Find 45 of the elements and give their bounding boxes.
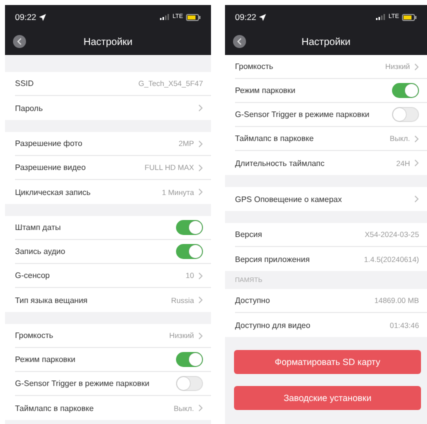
- setting-label: Разрешение видео: [15, 163, 87, 172]
- setting-label: Версия: [235, 230, 264, 239]
- setting-label: Таймлапс в парковке: [15, 404, 95, 412]
- screen-title: Настройки: [83, 36, 133, 48]
- setting-label: Доступно для видео: [235, 320, 312, 330]
- battery-icon: [186, 14, 201, 20]
- location-arrow-icon: [39, 14, 46, 20]
- action-button[interactable]: Форматировать SD карту: [234, 350, 421, 374]
- setting-label: SSID: [15, 79, 35, 88]
- toggle-switch[interactable]: [176, 352, 203, 367]
- setting-label: Таймлапс в парковке: [235, 134, 315, 143]
- setting-label: Циклическая запись: [15, 188, 92, 196]
- setting-label: Тип языка вещания: [15, 296, 89, 304]
- toggle-switch[interactable]: [392, 83, 419, 98]
- battery-icon: [402, 14, 417, 20]
- toggle-switch[interactable]: [176, 376, 203, 391]
- setting-label: Громкость: [15, 331, 54, 340]
- setting-label: Режим парковки: [15, 355, 76, 364]
- back-button[interactable]: [233, 35, 246, 48]
- status-time: 09:22: [235, 12, 256, 22]
- setting-label: G-Sensor Trigger в режиме парковки: [235, 110, 370, 119]
- setting-label: Запись аудио: [15, 247, 66, 256]
- location-arrow-icon: [259, 14, 266, 20]
- signal-icon: [160, 14, 170, 20]
- back-icon: [237, 38, 242, 45]
- back-icon: [17, 38, 22, 45]
- setting-label: GPS Оповещение о камерах: [235, 194, 343, 204]
- signal-icon: [376, 14, 386, 20]
- status-time: 09:22: [15, 12, 36, 22]
- toggle-switch[interactable]: [176, 220, 203, 235]
- setting-label: Длительность таймлапс: [235, 158, 326, 168]
- setting-label: Громкость: [235, 62, 274, 71]
- setting-label: Версия приложения: [235, 254, 311, 264]
- setting-label: Разрешение фото: [15, 139, 84, 148]
- setting-label: G-сенсор: [15, 271, 51, 280]
- setting-label: G-Sensor Trigger в режиме парковки: [15, 379, 150, 388]
- action-button[interactable]: Заводские установки: [234, 386, 421, 410]
- toggle-switch[interactable]: [392, 107, 419, 122]
- setting-label: Штамп даты: [15, 223, 62, 232]
- setting-label: Режим парковки: [235, 86, 296, 95]
- setting-label: Доступно: [235, 296, 271, 305]
- screen-title: Настройки: [301, 36, 351, 48]
- back-button[interactable]: [13, 35, 26, 48]
- setting-label: Пароль: [15, 104, 44, 112]
- toggle-switch[interactable]: [176, 244, 203, 259]
